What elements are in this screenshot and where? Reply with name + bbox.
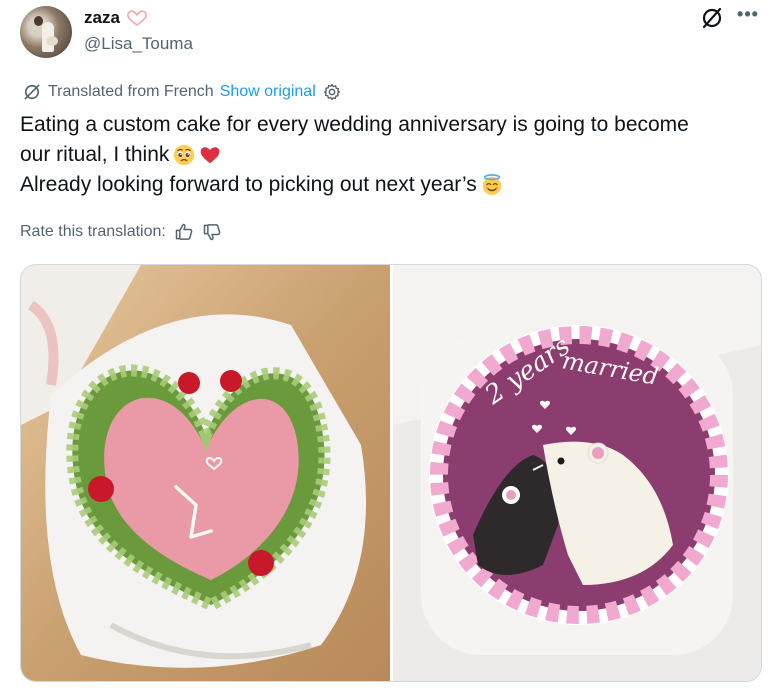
thumbs-down-icon[interactable] xyxy=(202,222,222,242)
grok-icon[interactable] xyxy=(700,6,724,30)
translated-from-label: Translated from French xyxy=(48,83,214,100)
anniversary-cake-image: 2 years married xyxy=(392,265,761,681)
thumbs-up-icon[interactable] xyxy=(174,222,194,242)
tweet-line-2-text: our ritual, I think xyxy=(20,143,170,166)
more-options-icon[interactable]: ••• xyxy=(736,5,760,28)
pleading-face-emoji xyxy=(174,144,195,166)
photo-anniversary-cake[interactable]: 2 years married xyxy=(392,265,761,681)
gear-icon[interactable] xyxy=(322,82,342,102)
rate-translation-label: Rate this translation: xyxy=(20,223,166,240)
tweet-line-3-text: Already looking forward to picking out n… xyxy=(20,173,477,196)
photo-heart-cake[interactable] xyxy=(21,265,390,681)
translation-bar: Translated from French Show original xyxy=(22,82,342,102)
tweet-text: Eating a custom cake for every wedding a… xyxy=(20,110,748,200)
smiling-face-with-halo-emoji xyxy=(482,174,501,196)
tweet-line-3: Already looking forward to picking out n… xyxy=(20,170,748,200)
heart-cake-image xyxy=(21,265,390,681)
display-name[interactable]: zaza xyxy=(84,8,120,28)
media-grid: 2 years married xyxy=(20,264,762,682)
author-handle[interactable]: @Lisa_Touma xyxy=(84,34,193,54)
author-name-row: zaza xyxy=(84,8,148,28)
tweet-line-2: our ritual, I think xyxy=(20,140,748,170)
avatar-bouquet xyxy=(46,36,58,46)
rate-translation-row: Rate this translation: xyxy=(20,222,222,242)
red-heart-emoji xyxy=(201,147,220,164)
show-original-link[interactable]: Show original xyxy=(220,83,316,101)
grok-icon xyxy=(24,84,40,100)
avatar[interactable] xyxy=(20,6,72,58)
heart-hands-icon xyxy=(126,10,147,26)
tweet-line-1: Eating a custom cake for every wedding a… xyxy=(20,113,689,136)
